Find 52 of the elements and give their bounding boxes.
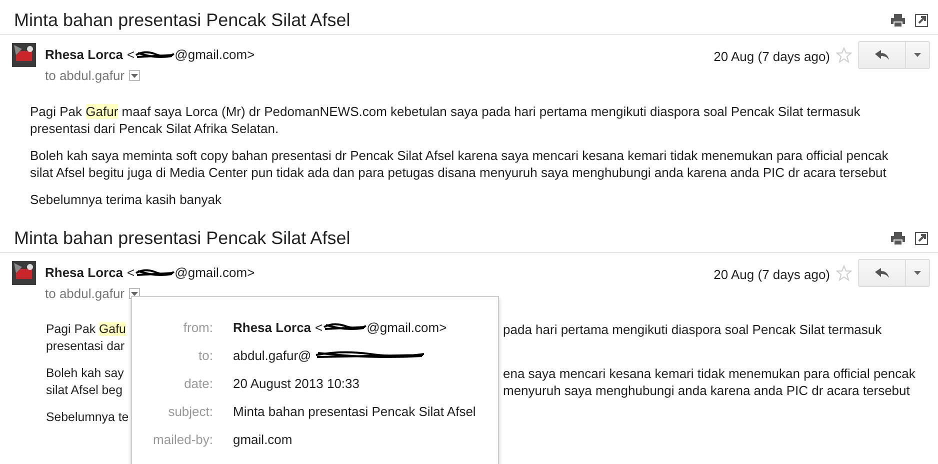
message-paragraph: Sebelumnya terima kasih banyak <box>30 191 222 208</box>
message-paragraph: Boleh kah saya meminta soft copy bahan presentasi dr Pencak Silat Afsel karena saya mencari kesana kemari tidak menemukan para official pencak silat Afsel begitu juga di Media Center pun tidak ada dan para petugas disana menyuruh saya menghubungi anda karena anda PIC dr acara tersebut <box>30 147 890 181</box>
caret-icon <box>914 53 921 57</box>
recipient-label: to abdul.gafur <box>45 68 125 83</box>
star-icon[interactable] <box>836 47 852 63</box>
star-icon[interactable] <box>836 265 852 281</box>
details-dropdown[interactable] <box>128 70 140 81</box>
print-icon[interactable] <box>891 14 905 26</box>
message-text: Boleh kah say <box>46 366 124 380</box>
message-text: pada hari pertama mengikuti diaspora soal Pencak Silat termasuk <box>503 321 882 338</box>
message-text: ena saya mencari kesana kemari tidak menemukan para official pencak <box>503 365 916 382</box>
sender-name: Rhesa Lorca <box>45 47 124 62</box>
message-text: Sebelumnya te <box>46 410 129 424</box>
new-window-icon[interactable] <box>915 14 928 26</box>
redaction-scribble <box>322 321 367 333</box>
recipient-label: to abdul.gafur <box>45 286 125 301</box>
message-text: Pagi Pak Gafu <box>46 322 126 336</box>
reply-arrow-icon <box>875 268 889 278</box>
email-bracket: < <box>127 265 135 280</box>
email-subject: Minta bahan presentasi Pencak Silat Afsel <box>14 10 352 30</box>
popup-label: subject: <box>167 404 213 418</box>
sender-name: Rhesa Lorca <box>45 265 124 280</box>
popup-label: to: <box>198 348 213 362</box>
sender-email: @gmail.com> <box>366 320 447 334</box>
reply-arrow-icon <box>875 50 889 60</box>
caret-icon <box>130 74 138 78</box>
popup-value: abdul.gafur@ <box>233 348 312 362</box>
reply-button[interactable] <box>858 41 906 69</box>
popup-value: gmail.com <box>233 432 292 446</box>
sender-email: @gmail.com> <box>174 47 255 62</box>
email-bracket: < <box>127 47 135 62</box>
email-bracket: < <box>315 320 323 334</box>
print-icon[interactable] <box>891 232 905 244</box>
email-date: 20 Aug (7 days ago) <box>714 49 830 64</box>
popup-label: mailed-by: <box>152 432 213 446</box>
popup-value: Minta bahan presentasi Pencak Silat Afsel <box>233 404 476 418</box>
redaction-scribble <box>134 48 175 60</box>
caret-icon <box>914 271 921 275</box>
email-date: 20 Aug (7 days ago) <box>714 267 830 282</box>
message-text: presentasi dar <box>46 339 125 353</box>
popup-label: date: <box>183 376 213 390</box>
email-subject: Minta bahan presentasi Pencak Silat Afsel <box>14 228 352 248</box>
message-text: menyuruh saya menghubungi anda karena anda PIC dr acara tersebut <box>503 382 910 399</box>
message-paragraph: Pagi Pak Gafur maaf saya Lorca (Mr) dr PedomanNEWS.com kebetulan saya pada hari pertama mengikuti diaspora soal Pencak Silat termasuk presentasi dari Pencak Silat Afrika Selatan. <box>30 103 862 137</box>
popup-value: 20 August 2013 10:33 <box>233 376 360 390</box>
redaction-scribble <box>134 266 175 278</box>
popup-sender-name: Rhesa Lorca <box>233 320 312 334</box>
sender-email: @gmail.com> <box>174 265 255 280</box>
message-text: silat Afsel beg <box>46 383 122 397</box>
reply-button[interactable] <box>858 259 906 287</box>
new-window-icon[interactable] <box>915 232 928 244</box>
popup-label: from: <box>182 320 213 334</box>
